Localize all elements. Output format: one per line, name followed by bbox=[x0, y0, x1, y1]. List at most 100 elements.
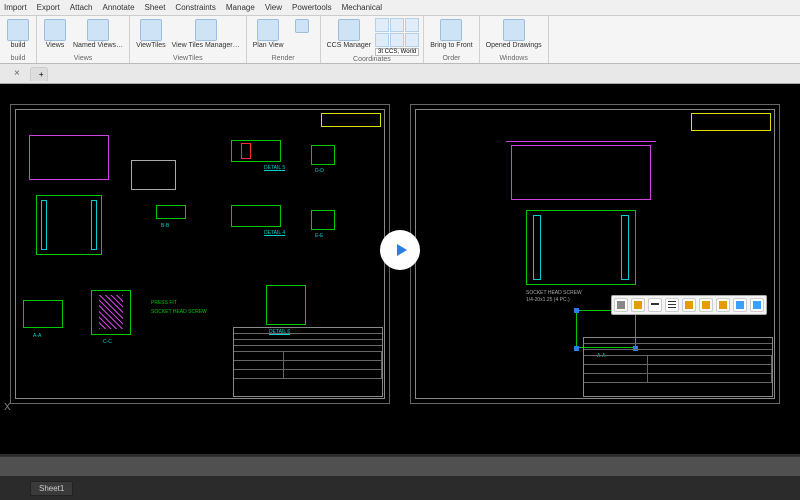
mini-color-button[interactable] bbox=[614, 298, 628, 312]
opened-drawings-icon bbox=[503, 19, 525, 41]
detail4-label: DETAIL 4 bbox=[264, 230, 285, 236]
render-small-button[interactable] bbox=[288, 18, 316, 55]
ccs-manager-icon bbox=[338, 19, 360, 41]
hole-1 bbox=[136, 167, 144, 175]
mini-linetype-button[interactable] bbox=[648, 298, 662, 312]
menu-icon bbox=[668, 301, 676, 309]
menu-powertools[interactable]: Powertools bbox=[292, 3, 332, 12]
ribbon-group-coordinates: CCS Manager 3t CCS, World Coordinates bbox=[321, 16, 425, 63]
assembly-top-view bbox=[29, 135, 109, 180]
document-close-button[interactable]: × bbox=[6, 66, 28, 81]
mini-button-7[interactable] bbox=[716, 298, 730, 312]
mini-layer-button[interactable] bbox=[631, 298, 645, 312]
model-sheet-bar bbox=[0, 456, 800, 476]
cc-hatch bbox=[99, 295, 123, 329]
title-block-left bbox=[233, 327, 383, 397]
mini-button-5[interactable] bbox=[682, 298, 696, 312]
detail5-label: DETAIL 5 bbox=[264, 165, 285, 171]
viewtiles-button[interactable]: ViewTiles bbox=[134, 18, 168, 55]
bring-to-front-icon bbox=[440, 19, 462, 41]
ribbon-group-order: Bring to Front Order bbox=[424, 16, 479, 63]
section-dd-label: D-D bbox=[315, 168, 324, 174]
tool-icon-6 bbox=[702, 301, 710, 309]
menu-import[interactable]: Import bbox=[4, 3, 27, 12]
detail5-red bbox=[241, 143, 251, 159]
rebuild-button[interactable]: build bbox=[4, 18, 32, 55]
drawing-sheet-left[interactable]: B-B DETAIL 5 DETAIL 4 D-D E-E A-A C-C PR… bbox=[10, 104, 390, 404]
section-ee-label: E-E bbox=[315, 233, 323, 239]
tool-icon-9 bbox=[753, 301, 761, 309]
menu-view[interactable]: View bbox=[265, 3, 282, 12]
section-ee-view bbox=[311, 210, 335, 230]
cyan-shaft-1 bbox=[41, 200, 47, 250]
mini-menu-button[interactable] bbox=[665, 298, 679, 312]
menu-export[interactable]: Export bbox=[37, 3, 60, 12]
group-title-coordinates: Coordinates bbox=[325, 56, 420, 64]
menu-mechanical[interactable]: Mechanical bbox=[342, 3, 382, 12]
revision-block-right bbox=[691, 113, 771, 131]
named-views-button[interactable]: Named Views… bbox=[71, 18, 125, 55]
ccs-manager-button[interactable]: CCS Manager bbox=[325, 18, 373, 56]
plate-view-1 bbox=[131, 160, 176, 190]
detail6-view bbox=[266, 285, 306, 325]
rebuild-icon bbox=[7, 19, 29, 41]
cyan-shaft-2 bbox=[91, 200, 97, 250]
menu-manage[interactable]: Manage bbox=[226, 3, 255, 12]
plan-view-button[interactable]: Plan View bbox=[251, 18, 286, 55]
drawing-sheet-right[interactable]: SOCKET HEAD SCREW 1/4-20x1.25 (4 PC.) A-… bbox=[410, 104, 780, 404]
section-cc-label: C-C bbox=[103, 339, 112, 345]
group-title-viewtiles: ViewTiles bbox=[134, 55, 242, 63]
views-icon bbox=[44, 19, 66, 41]
balloon-2 bbox=[679, 180, 688, 189]
sheet-tab-1[interactable]: Sheet1 bbox=[30, 481, 73, 496]
ribbon-group-windows: Opened Drawings Windows bbox=[480, 16, 549, 63]
grip-tl[interactable] bbox=[574, 308, 579, 313]
section-bb-label: B-B bbox=[161, 223, 169, 229]
opened-drawings-button[interactable]: Opened Drawings bbox=[484, 18, 544, 55]
menubar: Import Export Attach Annotate Sheet Cons… bbox=[0, 0, 800, 16]
menu-attach[interactable]: Attach bbox=[70, 3, 93, 12]
ribbon-group-build: build build bbox=[0, 16, 37, 63]
section-dd-view bbox=[311, 145, 335, 165]
detail4-circle bbox=[239, 209, 251, 221]
cyan-shaft-r1 bbox=[533, 215, 541, 280]
detail5-view bbox=[231, 140, 281, 162]
cyan-shaft-r2 bbox=[621, 215, 629, 280]
sel-hole-1 bbox=[583, 317, 593, 327]
linetype-icon bbox=[651, 303, 659, 311]
tool-icon-5 bbox=[685, 301, 693, 309]
section-bb-view bbox=[156, 205, 186, 219]
group-title-render: Render bbox=[251, 55, 316, 63]
layer-icon bbox=[634, 301, 642, 309]
screw-note-r2: 1/4-20x1.25 (4 PC.) bbox=[526, 297, 570, 303]
ribbon-group-render: Plan View Render bbox=[247, 16, 321, 63]
ccs-world-dropdown[interactable]: 3t CCS, World bbox=[375, 48, 419, 56]
coord-grid-icons[interactable] bbox=[375, 18, 419, 47]
bring-to-front-button[interactable]: Bring to Front bbox=[428, 18, 474, 55]
viewtiles-manager-button[interactable]: View Tiles Manager… bbox=[170, 18, 242, 55]
menu-annotate[interactable]: Annotate bbox=[102, 3, 134, 12]
viewtiles-icon bbox=[140, 19, 162, 41]
balloon-3 bbox=[679, 200, 688, 209]
new-tab-button[interactable]: + bbox=[30, 67, 48, 81]
menu-sheet[interactable]: Sheet bbox=[145, 3, 166, 12]
note-screw: SOCKET HEAD SCREW bbox=[151, 309, 207, 315]
ucs-marker: X bbox=[4, 402, 11, 413]
mini-button-8[interactable] bbox=[733, 298, 747, 312]
views-button[interactable]: Views bbox=[41, 18, 69, 55]
video-play-button[interactable] bbox=[380, 230, 420, 270]
ribbon-group-views: Views Named Views… Views bbox=[37, 16, 130, 63]
grip-bl[interactable] bbox=[574, 346, 579, 351]
color-swatch-icon bbox=[617, 301, 625, 309]
menu-constraints[interactable]: Constraints bbox=[175, 3, 215, 12]
mini-button-6[interactable] bbox=[699, 298, 713, 312]
named-views-icon bbox=[87, 19, 109, 41]
group-title-order: Order bbox=[428, 55, 474, 63]
ribbon-group-viewtiles: ViewTiles View Tiles Manager… ViewTiles bbox=[130, 16, 247, 63]
assembly-front-view-r bbox=[526, 210, 636, 285]
mini-button-9[interactable] bbox=[750, 298, 764, 312]
ribbon: build build Views Named Views… Views Vie… bbox=[0, 16, 800, 64]
hole-2 bbox=[163, 167, 171, 175]
screw-note-r1: SOCKET HEAD SCREW bbox=[526, 290, 582, 296]
render-small-icon bbox=[295, 19, 309, 33]
